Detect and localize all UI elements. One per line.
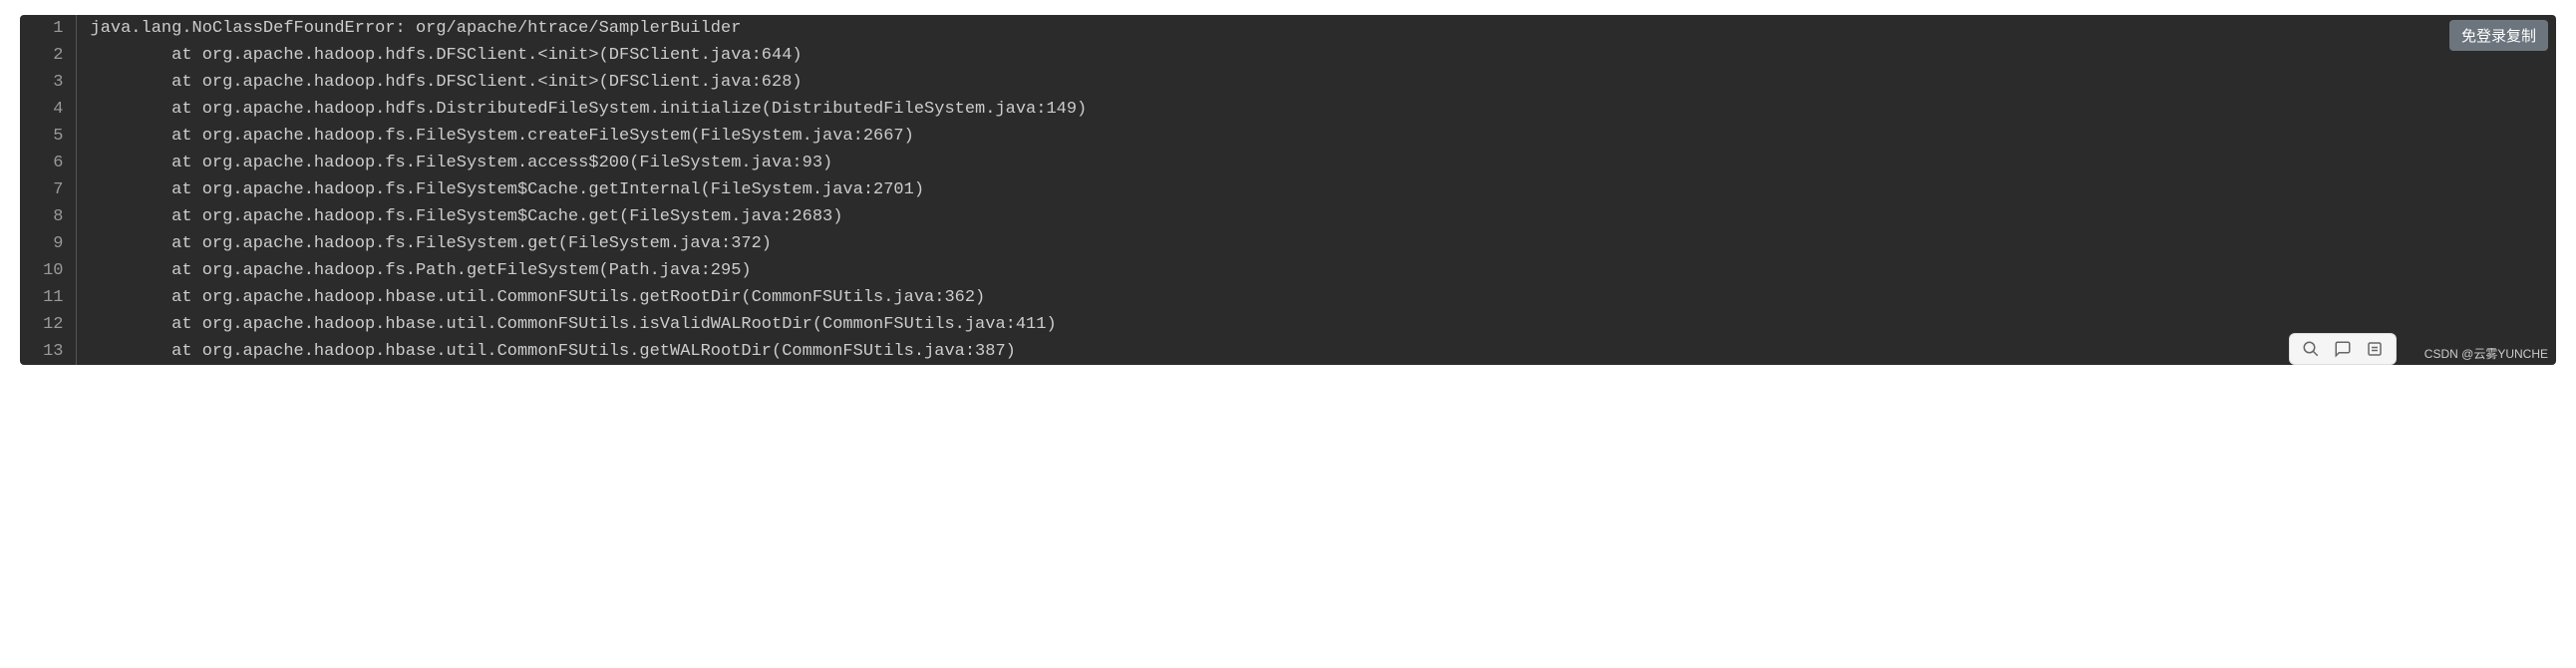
- line-number: 8: [20, 203, 76, 230]
- code-content: at org.apache.hadoop.fs.Path.getFileSyst…: [76, 257, 2556, 284]
- line-number: 7: [20, 176, 76, 203]
- line-number: 13: [20, 338, 76, 365]
- line-number: 1: [20, 15, 76, 42]
- code-line-row: 13 at org.apache.hadoop.hbase.util.Commo…: [20, 338, 2556, 365]
- line-number: 11: [20, 284, 76, 311]
- code-table: 1java.lang.NoClassDefFoundError: org/apa…: [20, 15, 2556, 365]
- code-content: at org.apache.hadoop.fs.FileSystem$Cache…: [76, 176, 2556, 203]
- code-content: at org.apache.hadoop.fs.FileSystem.acces…: [76, 150, 2556, 176]
- line-number: 4: [20, 96, 76, 123]
- copy-button[interactable]: 免登录复制: [2449, 20, 2548, 51]
- code-content: java.lang.NoClassDefFoundError: org/apac…: [76, 15, 2556, 42]
- line-number: 2: [20, 42, 76, 69]
- code-line-row: 12 at org.apache.hadoop.hbase.util.Commo…: [20, 311, 2556, 338]
- code-content: at org.apache.hadoop.hdfs.DFSClient.<ini…: [76, 69, 2556, 96]
- code-content: at org.apache.hadoop.hdfs.DFSClient.<ini…: [76, 42, 2556, 69]
- code-line-row: 11 at org.apache.hadoop.hbase.util.Commo…: [20, 284, 2556, 311]
- line-number: 9: [20, 230, 76, 257]
- line-number: 6: [20, 150, 76, 176]
- code-content: at org.apache.hadoop.hbase.util.CommonFS…: [76, 338, 2556, 365]
- code-content: at org.apache.hadoop.hbase.util.CommonFS…: [76, 284, 2556, 311]
- line-number: 10: [20, 257, 76, 284]
- line-number: 12: [20, 311, 76, 338]
- search-icon[interactable]: [2300, 338, 2322, 360]
- code-line-row: 7 at org.apache.hadoop.fs.FileSystem$Cac…: [20, 176, 2556, 203]
- code-line-row: 8 at org.apache.hadoop.fs.FileSystem$Cac…: [20, 203, 2556, 230]
- code-line-row: 5 at org.apache.hadoop.fs.FileSystem.cre…: [20, 123, 2556, 150]
- code-line-row: 1java.lang.NoClassDefFoundError: org/apa…: [20, 15, 2556, 42]
- code-content: at org.apache.hadoop.fs.FileSystem$Cache…: [76, 203, 2556, 230]
- code-content: at org.apache.hadoop.fs.FileSystem.creat…: [76, 123, 2556, 150]
- watermark: CSDN @云雾YUNCHE: [2424, 345, 2548, 362]
- line-number: 5: [20, 123, 76, 150]
- note-icon[interactable]: [2364, 338, 2386, 360]
- code-content: at org.apache.hadoop.hbase.util.CommonFS…: [76, 311, 2556, 338]
- code-line-row: 10 at org.apache.hadoop.fs.Path.getFileS…: [20, 257, 2556, 284]
- code-line-row: 4 at org.apache.hadoop.hdfs.DistributedF…: [20, 96, 2556, 123]
- code-line-row: 3 at org.apache.hadoop.hdfs.DFSClient.<i…: [20, 69, 2556, 96]
- code-content: at org.apache.hadoop.hdfs.DistributedFil…: [76, 96, 2556, 123]
- code-line-row: 9 at org.apache.hadoop.fs.FileSystem.get…: [20, 230, 2556, 257]
- code-content: at org.apache.hadoop.fs.FileSystem.get(F…: [76, 230, 2556, 257]
- bottom-toolbar: [2289, 333, 2397, 365]
- code-line-row: 2 at org.apache.hadoop.hdfs.DFSClient.<i…: [20, 42, 2556, 69]
- code-block: 1java.lang.NoClassDefFoundError: org/apa…: [20, 15, 2556, 365]
- code-line-row: 6 at org.apache.hadoop.fs.FileSystem.acc…: [20, 150, 2556, 176]
- comment-icon[interactable]: [2332, 338, 2354, 360]
- line-number: 3: [20, 69, 76, 96]
